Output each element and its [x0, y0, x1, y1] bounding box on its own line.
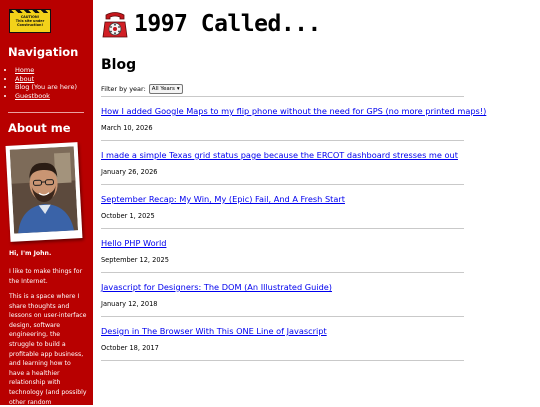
post-item: I made a simple Texas grid status page b… — [101, 150, 471, 176]
divider — [101, 96, 464, 97]
nav-item-guestbook: Guestbook — [15, 92, 77, 101]
divider — [101, 228, 464, 229]
intro-text: I like to make things for the Internet. — [9, 267, 87, 286]
bio-text: This is a space where I share thoughts a… — [9, 292, 87, 407]
site-title: 1997 Called... — [134, 11, 321, 37]
nav-item-about: About — [15, 75, 77, 84]
post-date: January 12, 2018 — [101, 300, 471, 308]
divider — [101, 272, 464, 273]
post-item: September Recap: My Win, My (Epic) Fail,… — [101, 194, 471, 220]
filter-label: Filter by year: — [101, 85, 146, 93]
post-title-link[interactable]: Javascript for Designers: The DOM (An Il… — [101, 282, 471, 292]
post-date: January 26, 2026 — [101, 168, 471, 176]
nav-current-blog: Blog (You are here) — [15, 83, 77, 91]
post-title-link[interactable]: Design in The Browser With This ONE Line… — [101, 326, 471, 336]
post-title-link[interactable]: Hello PHP World — [101, 238, 471, 248]
greeting: Hi, I'm John. — [9, 249, 87, 259]
profile-photo — [6, 142, 83, 242]
portrait-image — [10, 146, 78, 233]
post-title-link[interactable]: I made a simple Texas grid status page b… — [101, 150, 471, 160]
divider — [101, 316, 464, 317]
nav-link-about[interactable]: About — [15, 75, 34, 83]
post-item: How I added Google Maps to my flip phone… — [101, 106, 471, 132]
post-item: Javascript for Designers: The DOM (An Il… — [101, 282, 471, 308]
sidebar: CAUTION! This site under Construction! N… — [0, 0, 93, 405]
nav-link-home[interactable]: Home — [15, 66, 34, 74]
post-title-link[interactable]: September Recap: My Win, My (Epic) Fail,… — [101, 194, 471, 204]
about-heading: About me — [8, 121, 71, 135]
post-date: October 1, 2025 — [101, 212, 471, 220]
year-select[interactable]: All Years ▾ — [149, 84, 183, 94]
nav-list: Home About Blog (You are here) Guestbook — [8, 66, 77, 101]
post-item: Design in The Browser With This ONE Line… — [101, 326, 471, 352]
year-filter: Filter by year: All Years ▾ — [101, 84, 183, 94]
post-date: March 10, 2026 — [101, 124, 471, 132]
sidebar-divider — [8, 112, 84, 113]
year-select-value: All Years — [152, 85, 175, 93]
post-title-link[interactable]: How I added Google Maps to my flip phone… — [101, 106, 471, 116]
post-date: October 18, 2017 — [101, 344, 471, 352]
nav-link-guestbook[interactable]: Guestbook — [15, 92, 50, 100]
post-date: September 12, 2025 — [101, 256, 471, 264]
hazard-stripe — [10, 10, 50, 13]
nav-item-blog: Blog (You are here) — [15, 83, 77, 92]
chevron-down-icon: ▾ — [177, 85, 180, 93]
divider — [101, 184, 464, 185]
post-item: Hello PHP World September 12, 2025 — [101, 238, 471, 264]
divider — [101, 140, 464, 141]
under-construction-sign: CAUTION! This site under Construction! — [9, 9, 51, 33]
main-content: 1997 Called... Blog Filter by year: All … — [93, 0, 540, 405]
sign-line-3: Construction! — [10, 23, 50, 27]
nav-heading: Navigation — [8, 45, 78, 59]
divider — [101, 360, 464, 361]
nav-item-home: Home — [15, 66, 77, 75]
rotary-phone-icon — [100, 10, 130, 40]
page-title: Blog — [101, 57, 136, 73]
